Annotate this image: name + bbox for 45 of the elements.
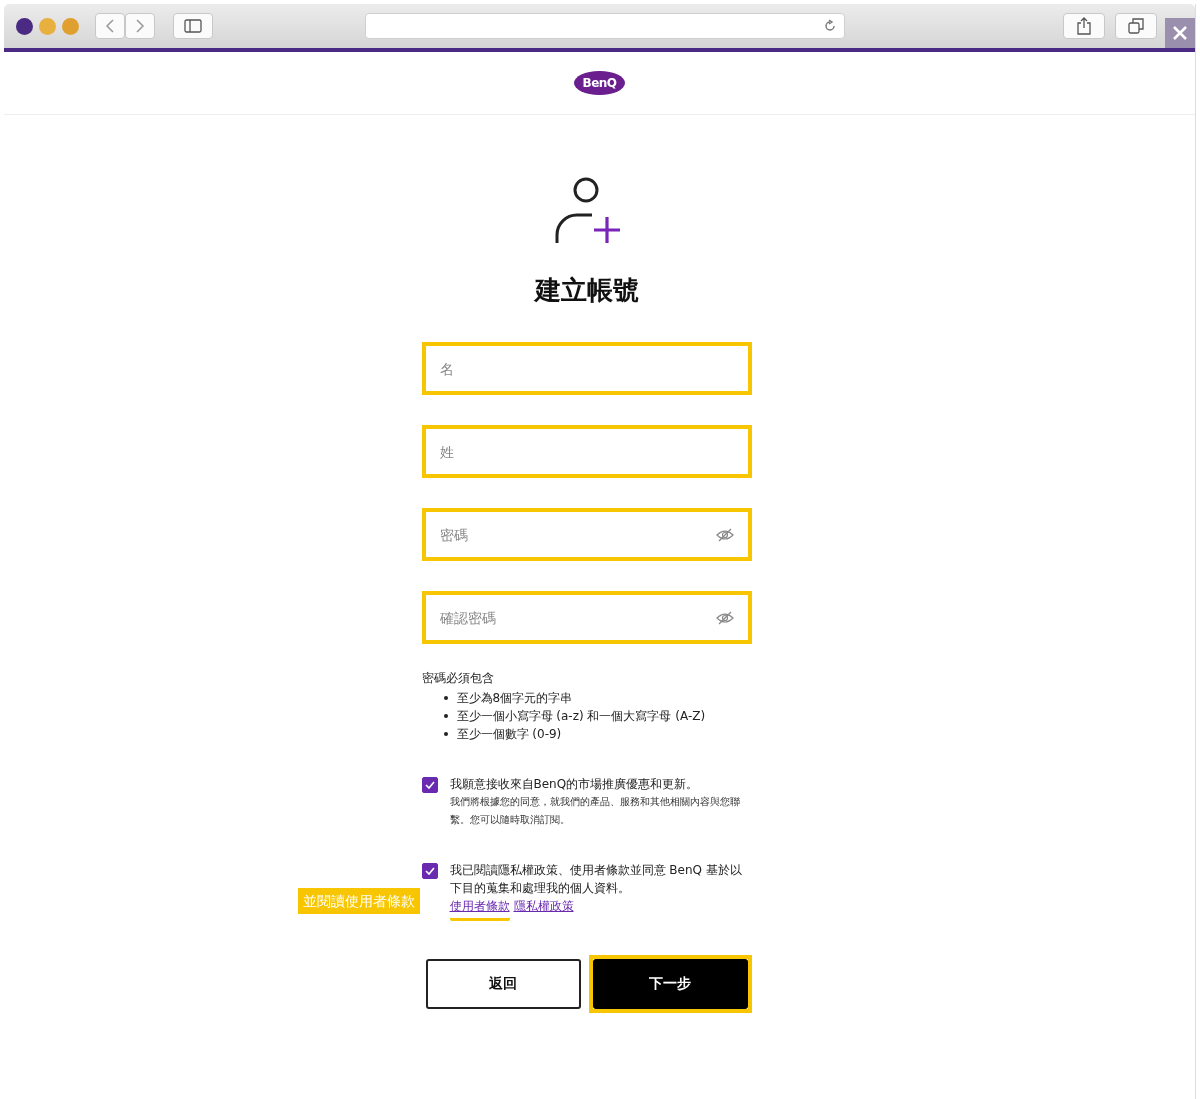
sidebar-icon: [184, 19, 202, 33]
checkmark-icon: [424, 781, 435, 789]
link[interactable]: 使用者條款: [449, 897, 510, 921]
requirement-text: 至少為8個字元的字串: [456, 690, 573, 707]
share-icon: [1077, 17, 1091, 35]
back-button[interactable]: 返回: [425, 959, 581, 1009]
password-field[interactable]: 密碼: [425, 512, 716, 557]
sidebar-button[interactable]: [173, 13, 213, 39]
checkbox[interactable]: [421, 777, 438, 793]
checkmark-icon: [424, 867, 435, 875]
hidden-eye-icon[interactable]: [715, 527, 734, 542]
checkbox[interactable]: [421, 863, 438, 879]
tabs-button[interactable]: [1115, 13, 1157, 39]
hidden-eye-icon[interactable]: [715, 610, 734, 625]
brand-logo[interactable]: BenQ: [574, 71, 625, 95]
chevron-left-icon: [105, 19, 115, 33]
consent-text: 我已閱讀隱私權政策、使用者條款並同意 BenQ 基於以下目的蒐集和處理我的個人資料。: [449, 862, 743, 897]
requirements-heading: 密碼必須包含: [421, 670, 495, 687]
requirement-text: 至少一個數字 (0-9): [456, 726, 562, 743]
bullet-icon: [443, 714, 448, 718]
close-window-icon[interactable]: [16, 17, 33, 35]
tabs-icon: [1128, 18, 1144, 34]
bullet-icon: [443, 696, 448, 700]
callout-label: 並閱讀使用者條款: [297, 888, 420, 914]
close-button[interactable]: [1165, 18, 1195, 48]
chevron-right-icon: [135, 19, 145, 33]
share-button[interactable]: [1063, 13, 1105, 39]
password-field[interactable]: 確認密碼: [425, 595, 716, 640]
consent-note: 我們將根據您的同意，就我們的產品、服務和其他相關內容與您聯繫。您可以隨時取消訂閱。: [449, 795, 741, 827]
text-field[interactable]: 名: [421, 342, 752, 395]
close-icon: [1172, 25, 1188, 41]
consent-text: 我願意接收來自BenQ的市場推廣優惠和更新。: [449, 776, 700, 793]
input-field[interactable]: 姓: [425, 429, 734, 474]
reload-icon[interactable]: [823, 19, 837, 33]
zoom-window-icon[interactable]: [62, 17, 79, 35]
text-field[interactable]: 姓: [421, 425, 752, 478]
page-title: 建立帳號: [533, 274, 640, 307]
requirement-text: 至少一個小寫字母 (a-z) 和一個大寫字母 (A-Z): [456, 708, 706, 725]
address-field[interactable]: [365, 13, 845, 39]
next-button[interactable]: 下一步: [592, 959, 748, 1009]
bullet-icon: [443, 732, 448, 736]
text-field[interactable]: 密碼: [421, 508, 752, 561]
link[interactable]: 隱私權政策: [513, 897, 574, 921]
input-field[interactable]: 名: [425, 346, 734, 391]
text-field[interactable]: 確認密碼: [421, 591, 752, 644]
